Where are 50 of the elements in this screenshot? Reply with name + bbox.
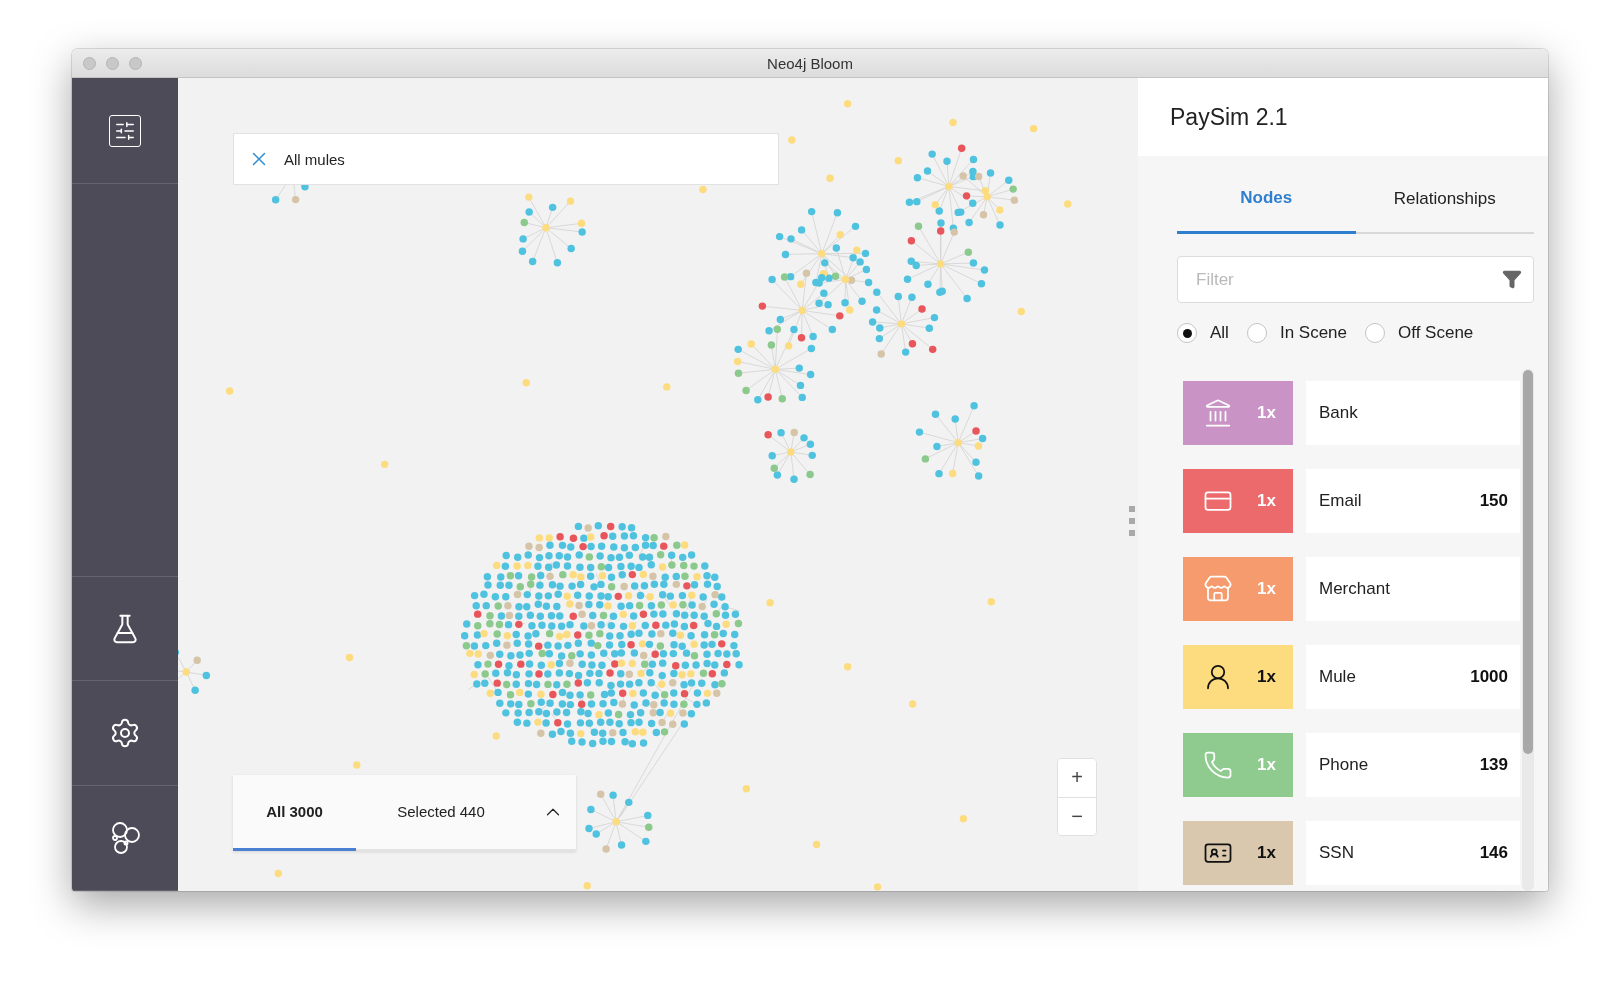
category-card[interactable]: SSN 146 — [1306, 821, 1520, 885]
phone-icon — [1203, 750, 1233, 780]
radio-button[interactable] — [1177, 323, 1197, 343]
category-card[interactable]: Phone 139 — [1306, 733, 1520, 797]
category-count: 146 — [1479, 843, 1508, 863]
category-card[interactable]: Mule 1000 — [1306, 645, 1520, 709]
category-count: 150 — [1479, 491, 1508, 511]
category-style-button[interactable]: 1x — [1183, 645, 1293, 709]
scrollbar[interactable] — [1522, 369, 1534, 891]
minimize-window-button[interactable] — [106, 57, 119, 70]
category-label: SSN — [1319, 843, 1354, 863]
zoom-window-button[interactable] — [129, 57, 142, 70]
settings-button[interactable] — [109, 717, 141, 749]
sliders-icon — [109, 114, 141, 147]
category-label: Bank — [1319, 403, 1358, 423]
category-label: Email — [1319, 491, 1362, 511]
category-card[interactable]: Merchant — [1306, 557, 1520, 621]
zoom-out-button[interactable]: − — [1058, 796, 1096, 835]
graph-app-button[interactable] — [109, 821, 141, 855]
category-style-button[interactable]: 1x — [1183, 821, 1293, 885]
category-count: 1000 — [1470, 667, 1508, 687]
category-label: Merchant — [1319, 579, 1390, 599]
filter-field[interactable]: Filter — [1177, 256, 1534, 303]
radio-button[interactable] — [1246, 323, 1267, 343]
window-title: Neo4j Bloom — [767, 54, 853, 72]
filters-button[interactable] — [109, 114, 141, 147]
settings-icon — [109, 717, 141, 749]
scrollbar-thumb[interactable] — [1523, 370, 1533, 754]
category-card[interactable]: Bank — [1306, 381, 1520, 445]
category-card[interactable]: Email 150 — [1306, 469, 1520, 533]
category-count: 139 — [1479, 755, 1508, 775]
drag-handle-icon — [1129, 506, 1135, 536]
radio-label: In Scene — [1279, 323, 1347, 343]
radio-button[interactable] — [1365, 323, 1385, 343]
panel-tab[interactable]: Nodes — [1177, 166, 1356, 234]
category-label: Phone — [1319, 755, 1369, 775]
search-field[interactable]: All mules — [233, 133, 779, 185]
store-icon — [1203, 574, 1233, 604]
close-window-button[interactable] — [83, 57, 96, 70]
selection-tab[interactable]: All 3000 — [233, 775, 356, 851]
selection-tab[interactable]: Selected 440 — [356, 775, 526, 851]
search-query: All mules — [284, 150, 345, 168]
category-label: Mule — [1319, 667, 1356, 687]
radio-label: Off Scene — [1398, 323, 1474, 343]
panel-title: PaySim 2.1 — [1170, 103, 1288, 131]
bank-icon — [1203, 398, 1233, 428]
radio-label: All — [1210, 323, 1229, 343]
bubbles-icon — [109, 821, 141, 855]
filter-icon — [1502, 269, 1522, 289]
panel-tab[interactable]: Relationships — [1355, 166, 1534, 234]
